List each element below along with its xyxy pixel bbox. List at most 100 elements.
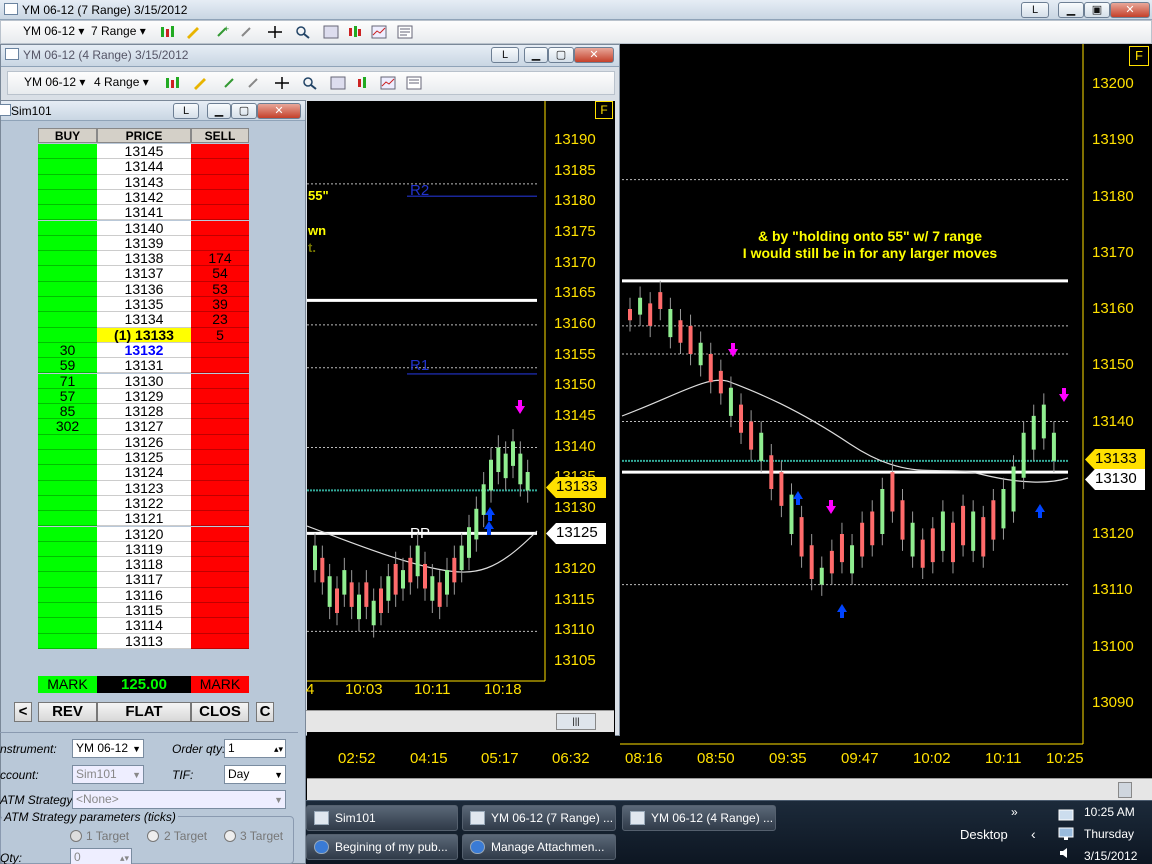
- link-button[interactable]: L: [1021, 2, 1049, 18]
- dom-sell-cell[interactable]: [191, 541, 249, 558]
- dom-sell-cell[interactable]: [191, 358, 249, 374]
- properties-icon-2[interactable]: [406, 76, 422, 90]
- dom-sell-cell[interactable]: [191, 618, 249, 634]
- link-button-3[interactable]: L: [173, 103, 199, 119]
- indicators-icon-2[interactable]: [356, 76, 372, 90]
- dom-buy-cell[interactable]: [38, 220, 97, 236]
- dom-buy-cell[interactable]: [38, 189, 97, 206]
- minimize-button-3[interactable]: ▁: [207, 103, 231, 119]
- dom-sell-cell[interactable]: [191, 342, 249, 359]
- dom-sell-cell[interactable]: [191, 220, 249, 236]
- network-icon[interactable]: [1058, 809, 1074, 823]
- volume-icon[interactable]: [1058, 846, 1074, 860]
- c-button[interactable]: C: [256, 702, 274, 722]
- dom-buy-cell[interactable]: [38, 511, 97, 527]
- dom-buy-cell[interactable]: 57: [38, 388, 97, 405]
- tray-left-arrow-icon[interactable]: ‹: [1031, 826, 1036, 842]
- dom-sell-cell[interactable]: [191, 205, 249, 221]
- dom-sell-cell[interactable]: [191, 189, 249, 206]
- dom-buy-cell[interactable]: [38, 557, 97, 573]
- properties-icon[interactable]: [397, 25, 413, 39]
- desktop-toolbar-label[interactable]: Desktop: [960, 827, 1008, 842]
- dom-sell-cell[interactable]: [191, 526, 249, 542]
- dom-buy-cell[interactable]: [38, 235, 97, 252]
- target1-radio[interactable]: [70, 830, 82, 842]
- main-scroll-thumb[interactable]: [1118, 782, 1132, 798]
- dom-buy-cell[interactable]: 85: [38, 403, 97, 420]
- crosshair-icon[interactable]: [267, 25, 283, 39]
- zoom-in-icon-2[interactable]: [222, 76, 238, 90]
- strategies-icon[interactable]: [371, 25, 387, 39]
- dom-buy-cell[interactable]: [38, 205, 97, 221]
- dom-sell-cell[interactable]: [191, 495, 249, 512]
- dom-buy-cell[interactable]: [38, 312, 97, 328]
- dom-buy-cell[interactable]: [38, 480, 97, 496]
- taskbar-item-sim101[interactable]: Sim101: [306, 805, 458, 831]
- dom-buy-cell[interactable]: [38, 526, 97, 542]
- dom-buy-cell[interactable]: [38, 159, 97, 175]
- qty-stepper[interactable]: 0 ▴▾: [70, 848, 132, 864]
- pencil-icon-2[interactable]: [192, 76, 208, 90]
- stepper-icon[interactable]: ▴▾: [274, 741, 283, 758]
- main-titlebar[interactable]: YM 06-12 (7 Range) 3/15/2012 L ▁ ▣ ✕: [0, 0, 1152, 20]
- dom-buy-cell[interactable]: [38, 541, 97, 558]
- monitor-icon[interactable]: [1058, 827, 1074, 841]
- dom-sell-cell[interactable]: [191, 587, 249, 603]
- dom-buy-cell[interactable]: [38, 174, 97, 190]
- mark-buy-cell[interactable]: MARK: [38, 676, 97, 693]
- zoom-out-icon-2[interactable]: [246, 76, 262, 90]
- close-button[interactable]: ✕: [1110, 2, 1150, 18]
- bar-type-icon-2[interactable]: [164, 76, 180, 90]
- dom-sell-cell[interactable]: [191, 388, 249, 405]
- maximize-button-2[interactable]: ▢: [548, 47, 574, 63]
- dom-sell-cell[interactable]: [191, 465, 249, 481]
- dom-sell-cell[interactable]: 5: [191, 327, 249, 343]
- dom-buy-cell[interactable]: 302: [38, 419, 97, 435]
- link-button-2[interactable]: L: [491, 47, 519, 63]
- dom-sell-cell[interactable]: [191, 572, 249, 588]
- dom-sell-cell[interactable]: 174: [191, 250, 249, 267]
- dom-sell-cell[interactable]: [191, 373, 249, 389]
- atm-strategy-combo[interactable]: <None> ▼: [72, 790, 286, 809]
- dom-sell-cell[interactable]: 39: [191, 296, 249, 313]
- data-box-icon-2[interactable]: [330, 76, 346, 90]
- reverse-button[interactable]: REV: [38, 702, 97, 722]
- dom-sell-cell[interactable]: [191, 557, 249, 573]
- dom-sell-cell[interactable]: [191, 450, 249, 466]
- pencil-icon[interactable]: [185, 25, 201, 39]
- minimize-button-2[interactable]: ▁: [524, 47, 548, 63]
- target3-radio[interactable]: [224, 830, 236, 842]
- taskbar-item-publication[interactable]: Begining of my pub...: [306, 834, 458, 860]
- minimize-button[interactable]: ▁: [1058, 2, 1084, 18]
- dom-sell-cell[interactable]: 54: [191, 266, 249, 282]
- dom-sell-cell[interactable]: [191, 434, 249, 450]
- data-box-icon[interactable]: [323, 25, 339, 39]
- second-scrollbar[interactable]: |||: [306, 710, 614, 732]
- dom-titlebar[interactable]: Sim101 L ▁ ▢ ✕: [0, 101, 305, 121]
- dom-buy-cell[interactable]: [38, 434, 97, 450]
- close-button-2[interactable]: ✕: [574, 47, 614, 63]
- dom-buy-cell[interactable]: [38, 572, 97, 588]
- dom-buy-cell[interactable]: [38, 465, 97, 481]
- close-button-3[interactable]: ✕: [257, 103, 301, 119]
- magnifier-icon-2[interactable]: [302, 76, 318, 90]
- indicators-icon[interactable]: [347, 25, 363, 39]
- dom-sell-cell[interactable]: [191, 603, 249, 619]
- maximize-button-3[interactable]: ▢: [231, 103, 257, 119]
- dom-buy-cell[interactable]: [38, 281, 97, 297]
- second-titlebar[interactable]: YM 06-12 (4 Range) 3/15/2012 L ▁ ▢ ✕: [1, 45, 619, 67]
- dom-buy-cell[interactable]: [38, 251, 97, 267]
- period-selector-2[interactable]: 4 Range ▾: [94, 75, 149, 89]
- prev-button[interactable]: <: [14, 702, 32, 722]
- main-chart-panel[interactable]: [620, 44, 1152, 780]
- bar-type-icon[interactable]: [159, 25, 175, 39]
- dom-sell-cell[interactable]: [191, 159, 249, 175]
- dom-buy-cell[interactable]: [38, 618, 97, 634]
- dom-buy-cell[interactable]: [38, 603, 97, 619]
- account-combo[interactable]: Sim101 ▼: [72, 765, 144, 784]
- dom-sell-cell[interactable]: [191, 404, 249, 420]
- taskbar-chevron[interactable]: »: [1011, 805, 1018, 819]
- dom-sell-cell[interactable]: [191, 174, 249, 190]
- dom-buy-cell[interactable]: 59: [38, 358, 97, 374]
- dom-sell-cell[interactable]: [191, 144, 249, 160]
